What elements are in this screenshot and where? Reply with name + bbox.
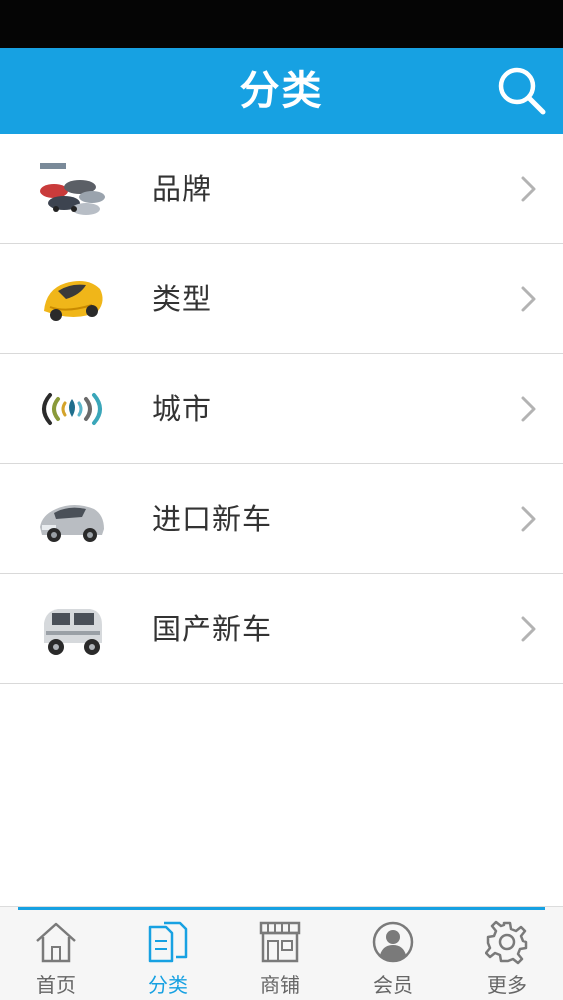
- page-title: 分类: [239, 68, 324, 114]
- search-button[interactable]: [495, 64, 549, 118]
- status-bar: [0, 0, 563, 48]
- chevron-right-icon: [521, 506, 536, 532]
- category-icon: [148, 921, 188, 963]
- nav-bar: 分类: [0, 48, 563, 134]
- yellow-sports-car-photo: [44, 281, 103, 321]
- tab-category[interactable]: 分类: [112, 907, 224, 1000]
- tab-more[interactable]: 更多: [451, 907, 563, 1000]
- list-item-label: 进口新车: [152, 502, 273, 536]
- tab-label: 首页: [36, 973, 76, 997]
- category-list: 品牌 类型 城市 进口新车 国产新车: [0, 134, 563, 684]
- store-icon: [259, 921, 301, 963]
- chevron-right-icon: [521, 176, 536, 202]
- chevron-right-icon: [521, 396, 536, 422]
- chevron-right-icon: [521, 616, 536, 642]
- silver-sedan-photo: [40, 505, 104, 542]
- list-item-imported[interactable]: 进口新车: [0, 464, 563, 574]
- list-item-domestic[interactable]: 国产新车: [0, 574, 563, 684]
- car-brands-photo: [40, 163, 105, 215]
- list-item-label: 国产新车: [152, 612, 273, 646]
- search-icon: [498, 67, 546, 115]
- list-item-label: 类型: [152, 282, 213, 316]
- tab-label: 会员: [373, 973, 413, 997]
- list-item-brand[interactable]: 品牌: [0, 134, 563, 244]
- list-item-type[interactable]: 类型: [0, 244, 563, 354]
- gear-icon: [485, 920, 528, 965]
- home-icon: [36, 922, 76, 963]
- tab-label: 商铺: [260, 973, 300, 997]
- list-item-label: 城市: [152, 392, 213, 426]
- list-item-label: 品牌: [152, 172, 213, 206]
- silver-suv-photo: [44, 609, 102, 655]
- tab-label: 分类: [148, 973, 188, 997]
- signal-location-graphic: [42, 393, 102, 425]
- list-item-city[interactable]: 城市: [0, 354, 563, 464]
- tab-store[interactable]: 商铺: [224, 907, 336, 1000]
- chevron-right-icon: [521, 286, 536, 312]
- tab-home[interactable]: 首页: [0, 907, 112, 1000]
- tab-label: 更多: [487, 973, 527, 997]
- tab-bar: 首页 分类 商铺 会员 更多: [0, 906, 563, 1000]
- member-icon: [372, 921, 414, 963]
- tab-member[interactable]: 会员: [337, 907, 449, 1000]
